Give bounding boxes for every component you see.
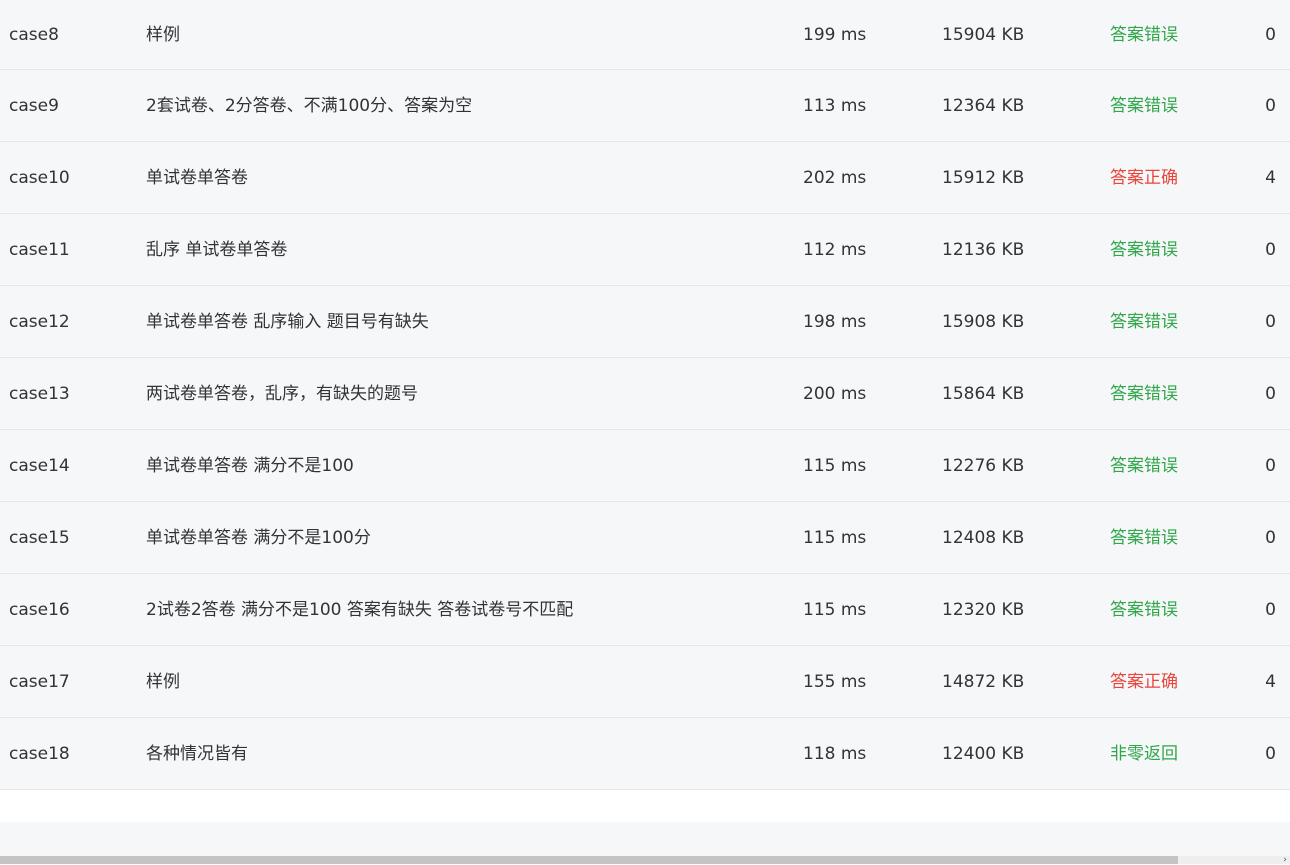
table-row: case8 样例 199 ms 15904 KB 答案错误 0 [0,0,1290,70]
case-score: 0 [1265,25,1276,45]
case-time: 115 ms [803,456,867,476]
case-score: 0 [1265,312,1276,332]
table-row: case17 样例 155 ms 14872 KB 答案正确 4 [0,646,1290,718]
case-memory: 12364 KB [942,96,1025,116]
case-score: 0 [1265,744,1276,764]
case-description: 各种情况皆有 [146,744,248,764]
case-time: 198 ms [803,312,867,332]
case-score: 4 [1265,672,1276,692]
case-memory: 14872 KB [942,672,1025,692]
case-status: 答案错误 [1110,25,1178,45]
table-row: case16 2试卷2答卷 满分不是100 答案有缺失 答卷试卷号不匹配 115… [0,574,1290,646]
case-name: case8 [9,25,59,45]
case-memory: 15908 KB [942,312,1025,332]
case-name: case11 [9,240,70,260]
table-row: case9 2套试卷、2分答卷、不满100分、答案为空 113 ms 12364… [0,70,1290,142]
case-name: case12 [9,312,70,332]
case-score: 4 [1265,168,1276,188]
case-name: case10 [9,168,70,188]
scrollbar-thumb[interactable] [0,856,1178,864]
case-status: 答案错误 [1110,96,1178,116]
table-row: case13 两试卷单答卷，乱序，有缺失的题号 200 ms 15864 KB … [0,358,1290,430]
case-score: 0 [1265,528,1276,548]
case-score: 0 [1265,96,1276,116]
case-name: case9 [9,96,59,116]
case-status: 答案错误 [1110,456,1178,476]
case-name: case17 [9,672,70,692]
horizontal-scrollbar[interactable]: › [0,856,1290,865]
case-description: 单试卷单答卷 乱序输入 题目号有缺失 [146,312,429,332]
table-row: case18 各种情况皆有 118 ms 12400 KB 非零返回 0 [0,718,1290,790]
test-results-table: case8 样例 199 ms 15904 KB 答案错误 0 case9 2套… [0,0,1290,790]
case-description: 样例 [146,672,180,692]
case-memory: 12276 KB [942,456,1025,476]
case-memory: 12320 KB [942,600,1025,620]
case-status: 答案错误 [1110,240,1178,260]
case-memory: 15904 KB [942,25,1025,45]
section-gap [0,800,1290,822]
footer-strip [0,822,1290,856]
chevron-right-icon[interactable]: › [1280,856,1290,865]
case-memory: 15912 KB [942,168,1025,188]
case-status: 答案正确 [1110,168,1178,188]
case-description: 乱序 单试卷单答卷 [146,240,288,260]
case-description: 2试卷2答卷 满分不是100 答案有缺失 答卷试卷号不匹配 [146,600,574,620]
table-row: case12 单试卷单答卷 乱序输入 题目号有缺失 198 ms 15908 K… [0,286,1290,358]
case-score: 0 [1265,384,1276,404]
case-status: 非零返回 [1110,744,1178,764]
case-score: 0 [1265,456,1276,476]
case-time: 113 ms [803,96,867,116]
case-status: 答案错误 [1110,600,1178,620]
case-score: 0 [1265,600,1276,620]
case-name: case15 [9,528,70,548]
case-status: 答案正确 [1110,672,1178,692]
case-time: 118 ms [803,744,867,764]
table-row: case11 乱序 单试卷单答卷 112 ms 12136 KB 答案错误 0 [0,214,1290,286]
case-time: 200 ms [803,384,867,404]
table-row: case10 单试卷单答卷 202 ms 15912 KB 答案正确 4 [0,142,1290,214]
case-status: 答案错误 [1110,384,1178,404]
case-description: 单试卷单答卷 满分不是100分 [146,528,371,548]
case-time: 112 ms [803,240,867,260]
case-description: 两试卷单答卷，乱序，有缺失的题号 [146,384,418,404]
case-description: 单试卷单答卷 满分不是100 [146,456,354,476]
case-name: case13 [9,384,70,404]
case-score: 0 [1265,240,1276,260]
case-status: 答案错误 [1110,528,1178,548]
case-time: 202 ms [803,168,867,188]
case-name: case16 [9,600,70,620]
case-memory: 15864 KB [942,384,1025,404]
case-description: 样例 [146,25,180,45]
case-description: 2套试卷、2分答卷、不满100分、答案为空 [146,96,473,116]
case-description: 单试卷单答卷 [146,168,248,188]
case-memory: 12136 KB [942,240,1025,260]
case-time: 155 ms [803,672,867,692]
case-time: 115 ms [803,600,867,620]
case-status: 答案错误 [1110,312,1178,332]
table-row: case14 单试卷单答卷 满分不是100 115 ms 12276 KB 答案… [0,430,1290,502]
case-time: 115 ms [803,528,867,548]
case-memory: 12400 KB [942,744,1025,764]
table-row: case15 单试卷单答卷 满分不是100分 115 ms 12408 KB 答… [0,502,1290,574]
case-name: case18 [9,744,70,764]
case-name: case14 [9,456,70,476]
case-time: 199 ms [803,25,867,45]
case-memory: 12408 KB [942,528,1025,548]
